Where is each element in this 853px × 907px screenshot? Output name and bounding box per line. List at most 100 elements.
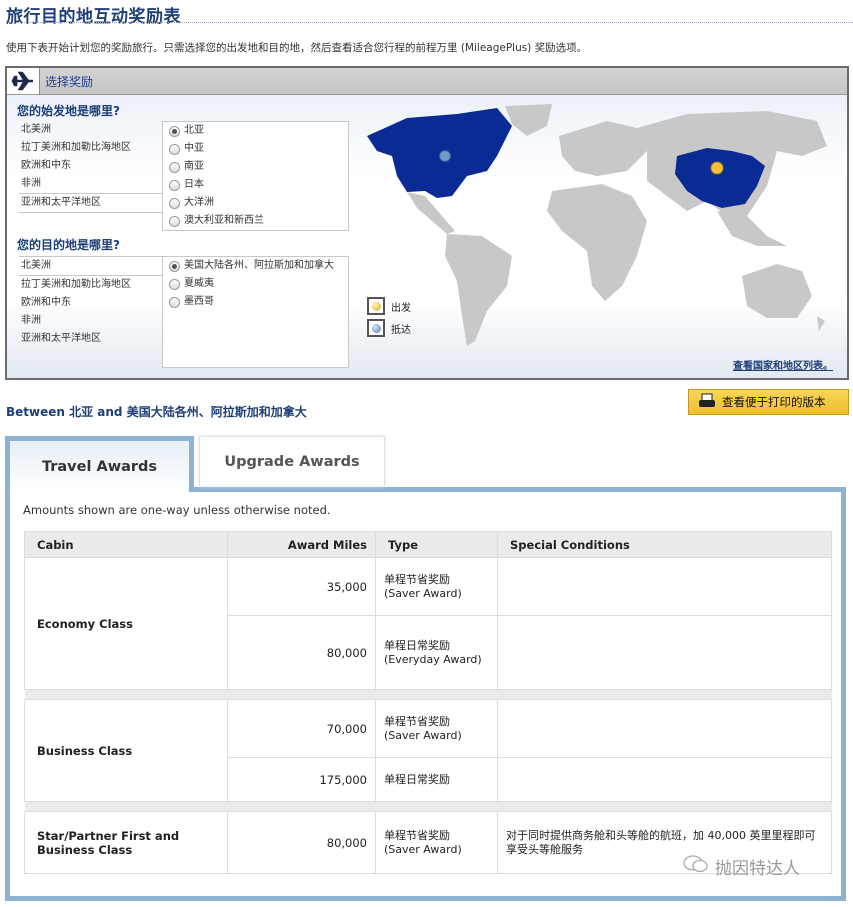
- tab-upgrade-awards[interactable]: Upgrade Awards: [199, 436, 385, 486]
- subregion-option[interactable]: 南亚: [163, 158, 348, 176]
- page-title: 旅行目的地互动奖励表: [6, 7, 181, 27]
- conditions-cell: [497, 757, 832, 802]
- radio-button[interactable]: [169, 125, 180, 137]
- radio-button[interactable]: [169, 296, 180, 308]
- wechat-icon: [683, 854, 709, 879]
- destination-question: 您的目的地是哪里?: [17, 238, 120, 252]
- map-southeast-asia: [717, 211, 787, 246]
- region-item[interactable]: 欧洲和中东: [19, 294, 164, 312]
- cabin-cell: Star/Partner First and Business Class: [24, 811, 228, 874]
- radio-button[interactable]: [169, 143, 180, 155]
- type-cell: 单程节省奖励 (Saver Award): [375, 699, 498, 758]
- map-north-america: [367, 108, 512, 198]
- title-divider: [6, 22, 853, 23]
- region-item[interactable]: 亚洲和太平洋地区: [19, 193, 166, 213]
- subregion-label: 澳大利亚和新西兰: [184, 215, 264, 226]
- region-item[interactable]: 非洲: [19, 312, 164, 330]
- radio-button[interactable]: [169, 197, 180, 209]
- conditions-cell: [497, 557, 832, 616]
- region-item[interactable]: 欧洲和中东: [19, 157, 164, 175]
- intro-text: 使用下表开始计划您的奖励旅行。只需选择您的出发地和目的地，然后查看适合您行程的前…: [6, 42, 588, 54]
- group-separator: [24, 801, 832, 812]
- region-item[interactable]: 亚洲和太平洋地区: [19, 330, 164, 348]
- subregion-option[interactable]: 夏威夷: [163, 275, 348, 293]
- map-new-zealand: [817, 316, 825, 331]
- map-greenland: [505, 104, 552, 136]
- origin-question: 您的始发地是哪里?: [17, 104, 120, 118]
- depart-legend-icon: [367, 297, 385, 315]
- region-item[interactable]: 拉丁美洲和加勒比海地区: [19, 276, 164, 294]
- watermark: 抛因特达人: [683, 854, 800, 879]
- world-map[interactable]: [347, 96, 843, 374]
- subregion-label: 美国大陆各州、阿拉斯加和加拿大: [184, 260, 334, 271]
- radio-button[interactable]: [169, 179, 180, 191]
- arrive-legend-icon: [367, 319, 385, 337]
- awards-table: Cabin Award Miles Type Special Condition…: [24, 531, 832, 874]
- origin-subregion-list: 北亚中亚南亚日本大洋洲澳大利亚和新西兰: [162, 121, 349, 231]
- depart-pin: [710, 161, 724, 175]
- conditions-cell: [497, 699, 832, 758]
- miles-cell: 35,000: [227, 557, 376, 616]
- subregion-label: 墨西哥: [184, 296, 214, 307]
- region-item[interactable]: 非洲: [19, 175, 164, 193]
- destination-subregion-list: 美国大陆各州、阿拉斯加和加拿大 夏威夷墨西哥: [162, 256, 349, 368]
- subregion-option[interactable]: 澳大利亚和新西兰: [163, 212, 348, 230]
- selector-header: 选择奖励: [7, 68, 847, 95]
- type-cell: 单程节省奖励 (Saver Award): [375, 811, 498, 874]
- watermark-text: 抛因特达人: [715, 859, 800, 879]
- conditions-cell: [497, 615, 832, 690]
- legend-arrive: 抵达: [367, 319, 411, 337]
- subregion-option[interactable]: 墨西哥: [163, 293, 348, 311]
- group-separator: [24, 689, 832, 700]
- col-award-miles: Award Miles: [227, 531, 376, 558]
- map-africa: [547, 184, 647, 301]
- legend-arrive-label: 抵达: [391, 324, 411, 336]
- origin-region-list: 北美洲 拉丁美洲和加勒比海地区 欧洲和中东 非洲 亚洲和太平洋地区: [19, 121, 166, 213]
- arrive-pin: [439, 150, 451, 162]
- country-list-link[interactable]: 查看国家和地区列表。: [733, 357, 833, 372]
- region-item[interactable]: 拉丁美洲和加勒比海地区: [19, 139, 164, 157]
- radio-button[interactable]: [169, 215, 180, 227]
- map-australia: [742, 264, 812, 318]
- col-type: Type: [375, 531, 498, 558]
- printer-icon: [698, 393, 716, 412]
- radio-button[interactable]: [169, 260, 180, 272]
- region-item[interactable]: 北美洲: [19, 121, 164, 139]
- subregion-option[interactable]: 中亚: [163, 140, 348, 158]
- destination-region-list: 北美洲 拉丁美洲和加勒比海地区 欧洲和中东 非洲 亚洲和太平洋地区: [19, 256, 166, 348]
- route-summary: Between 北亚 and 美国大陆各州、阿拉斯加和加拿大: [6, 405, 307, 419]
- table-header-row: Cabin Award Miles Type Special Condition…: [24, 531, 832, 558]
- separator-cell: [24, 689, 832, 700]
- cabin-cell: Economy Class: [24, 557, 228, 690]
- region-item[interactable]: 北美洲: [19, 256, 166, 276]
- radio-button[interactable]: [169, 161, 180, 173]
- map-europe: [559, 121, 647, 176]
- tab-travel-awards[interactable]: Travel Awards: [5, 436, 194, 492]
- subregion-option[interactable]: 日本: [163, 176, 348, 194]
- subregion-option[interactable]: 北亚: [163, 122, 348, 140]
- subregion-label: 南亚: [184, 161, 204, 172]
- award-selector-panel: 选择奖励 您的始发地是哪里? 北美洲 拉丁美洲和加勒比海地区 欧洲和中东 非洲 亚洲和太…: [5, 66, 849, 380]
- radio-button[interactable]: [169, 278, 180, 290]
- subregion-label: 北亚: [184, 125, 204, 136]
- legend-depart: 出发: [367, 297, 411, 315]
- type-cell: 单程日常奖励 (Everyday Award): [375, 615, 498, 690]
- print-version-button[interactable]: 查看便于打印的版本: [688, 389, 849, 415]
- subregion-label: 日本: [184, 179, 204, 190]
- type-cell: 单程日常奖励: [375, 757, 498, 802]
- subregion-label: 大洋洲: [184, 197, 214, 208]
- cabin-cell: Business Class: [24, 699, 228, 802]
- plane-icon: [7, 68, 40, 94]
- miles-cell: 175,000: [227, 757, 376, 802]
- subregion-option[interactable]: 大洋洲: [163, 194, 348, 212]
- subregion-label: 夏威夷: [184, 278, 214, 289]
- table-row: Economy Class 35,000 单程节省奖励 (Saver Award): [24, 557, 832, 690]
- col-cabin: Cabin: [24, 531, 228, 558]
- miles-cell: 80,000: [227, 811, 376, 874]
- print-version-label: 查看便于打印的版本: [722, 395, 826, 409]
- one-way-note: Amounts shown are one-way unless otherwi…: [23, 503, 331, 517]
- selector-header-label: 选择奖励: [45, 75, 94, 89]
- miles-cell: 80,000: [227, 615, 376, 690]
- separator-cell: [24, 801, 832, 812]
- subregion-option[interactable]: 美国大陆各州、阿拉斯加和加拿大: [163, 257, 348, 275]
